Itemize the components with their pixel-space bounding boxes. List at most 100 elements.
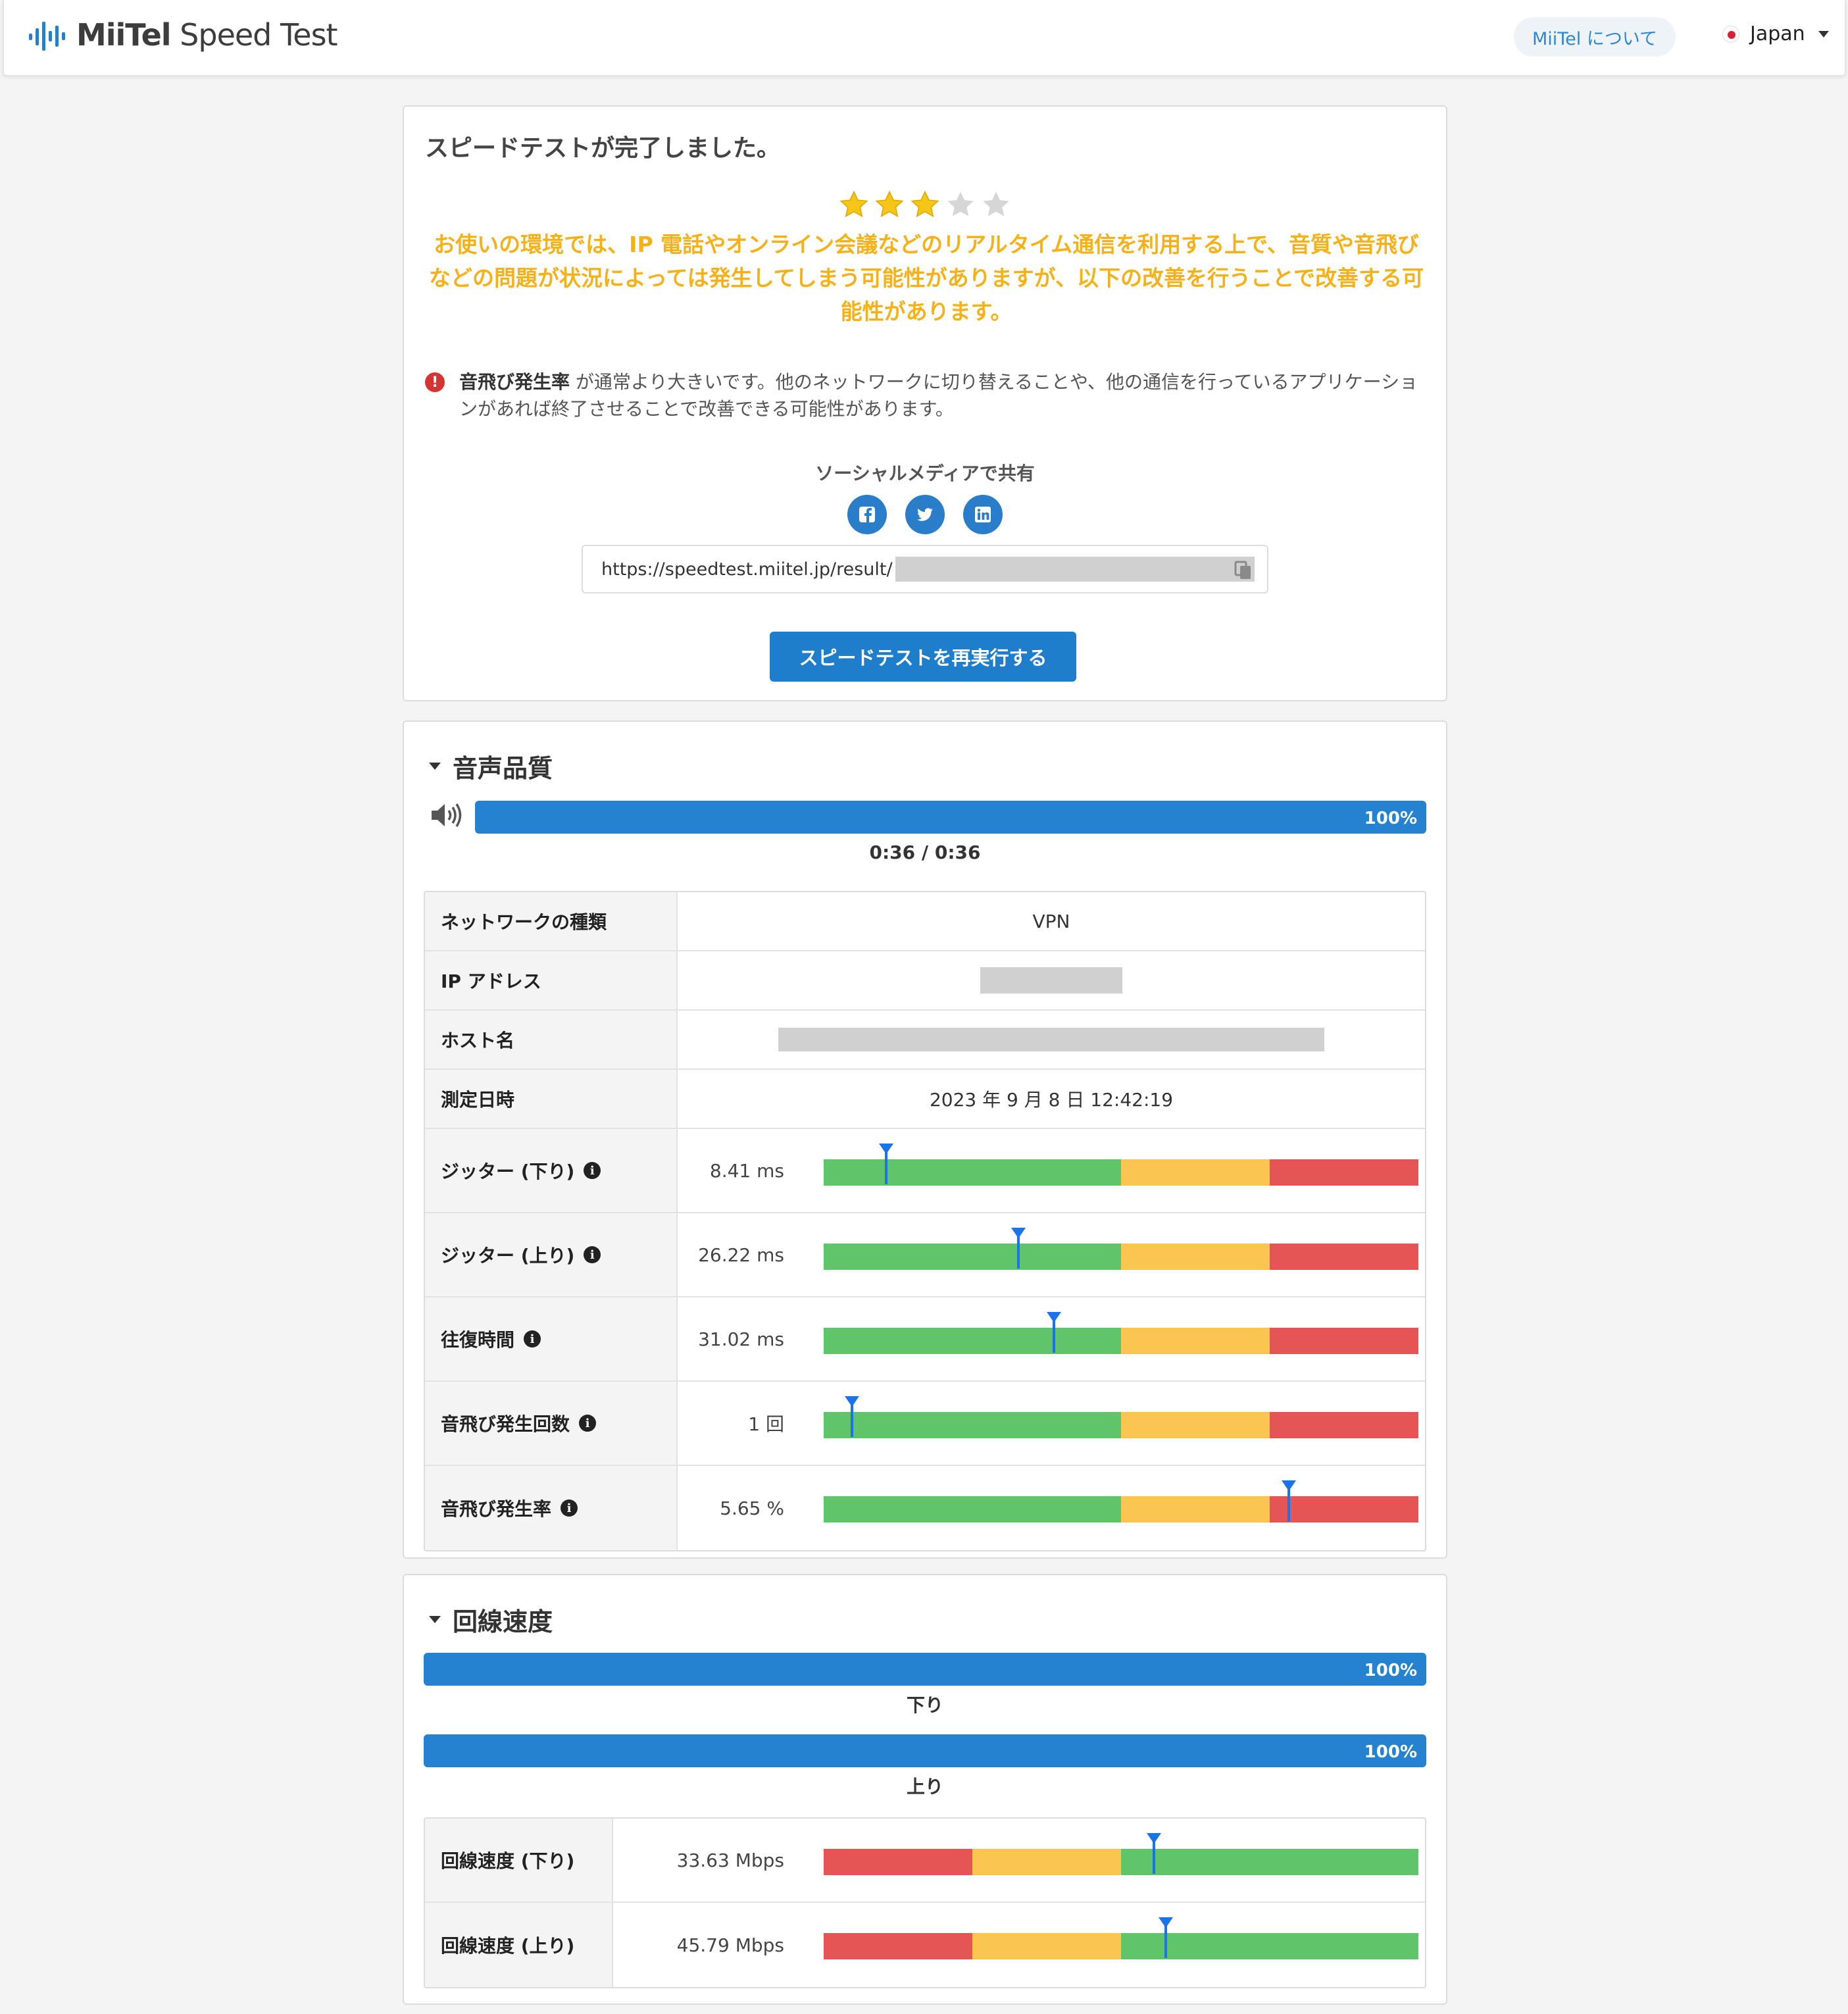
gauge-segment [1121, 1244, 1270, 1270]
waveform-logo-icon [29, 22, 65, 51]
metric-row: 音飛び発生回数 i 1 回 [425, 1382, 1425, 1466]
metric-label-text: 音飛び発生率 [441, 1498, 552, 1520]
voice-quality-title: 音声品質 [453, 754, 553, 783]
metric-value: 33.63 Mbps [676, 1849, 784, 1871]
gauge-segment [824, 1159, 1121, 1186]
ip-redaction [980, 967, 1122, 994]
gauge-segment [1270, 1412, 1418, 1438]
star-filled-icon [911, 190, 939, 218]
gauge-segment [824, 1933, 972, 1959]
table-row: ホスト名 [425, 1011, 1425, 1070]
metric-row: ジッター (上り) i 26.22 ms [425, 1213, 1425, 1297]
result-card: スピードテストが完了しました。 お使いの環境では、IP 電話やオンライン会議など… [403, 105, 1447, 701]
metric-label: 回線速度 (上り) [425, 1903, 613, 1987]
metric-value: 31.02 ms [698, 1328, 784, 1350]
info-icon[interactable]: i [579, 1415, 597, 1432]
metric-label-text: 往復時間 [441, 1329, 515, 1351]
download-progress-label: 100% [1364, 1661, 1417, 1680]
voice-quality-header[interactable]: 音声品質 [429, 748, 553, 784]
url-redaction [895, 557, 1255, 582]
audio-time-label: 0:36 / 0:36 [869, 842, 981, 863]
gauge-segment [824, 1849, 972, 1875]
top-bar: MiiTel Speed Test MiiTel について Japan [3, 0, 1846, 76]
table-row: IP アドレス [425, 951, 1425, 1011]
gauge-segment [824, 1412, 1121, 1438]
hostname-redaction [778, 1028, 1324, 1051]
metric-value-cell: 1 回 [678, 1382, 1425, 1465]
metric-value: 45.79 Mbps [676, 1934, 784, 1956]
metric-value-cell: 45.79 Mbps [613, 1903, 1425, 1987]
metric-gauge [824, 1933, 1418, 1959]
rating-message: お使いの環境では、IP 電話やオンライン会議などのリアルタイム通信を利用する上で… [428, 232, 1424, 324]
metric-gauge [824, 1849, 1418, 1875]
facebook-icon[interactable] [847, 495, 887, 534]
info-icon[interactable]: i [524, 1330, 541, 1347]
gauge-segment [972, 1849, 1121, 1875]
copy-icon[interactable] [1234, 561, 1253, 580]
linkedin-icon[interactable] [963, 495, 1003, 534]
table-row: ネットワークの種類 VPN [425, 892, 1425, 951]
star-filled-icon [839, 190, 868, 218]
metric-value-cell: 26.22 ms [678, 1213, 1425, 1296]
metric-gauge [824, 1244, 1418, 1270]
download-progress-bar: 100% [424, 1653, 1426, 1686]
result-url-field[interactable]: https://speedtest.miitel.jp/result/ [582, 545, 1268, 593]
logo-product: Speed Test [180, 17, 337, 53]
star-empty-icon [947, 191, 974, 216]
metric-row: 往復時間 i 31.02 ms [425, 1297, 1425, 1382]
japan-flag-icon [1722, 25, 1739, 43]
metric-label: ジッター (下り) i [425, 1129, 678, 1212]
ip-address-value [678, 951, 1425, 1009]
metric-row: ジッター (下り) i 8.41 ms [425, 1129, 1425, 1213]
metric-gauge [824, 1159, 1418, 1186]
table-row: 測定日時 2023 年 9 月 8 日 12:42:19 [425, 1070, 1425, 1129]
voice-quality-card: 音声品質 100% 0:36 / 0:36 ネットワークの種類 VPN IP ア… [403, 720, 1447, 1559]
about-miitel-button[interactable]: MiiTel について [1514, 17, 1676, 57]
line-speed-header[interactable]: 回線速度 [429, 1601, 553, 1638]
metric-label: 往復時間 i [425, 1297, 678, 1380]
gauge-segment [1121, 1849, 1418, 1875]
metric-value-cell: 31.02 ms [678, 1297, 1425, 1380]
audio-progress-label: 100% [1364, 809, 1417, 828]
row-label: IP アドレス [425, 951, 678, 1009]
metric-label: 回線速度 (下り) [425, 1819, 613, 1901]
speaker-icon[interactable] [430, 802, 466, 828]
rerun-speed-test-button[interactable]: スピードテストを再実行する [770, 632, 1076, 682]
upload-progress-label: 100% [1364, 1742, 1417, 1762]
metric-gauge [824, 1328, 1418, 1354]
star-filled-icon [875, 190, 904, 218]
audio-progress-bar: 100% [475, 801, 1426, 834]
language-selector[interactable]: Japan [1722, 22, 1829, 45]
metric-label: 音飛び発生率 i [425, 1466, 678, 1550]
metric-row: 音飛び発生率 i 5.65 % [425, 1466, 1425, 1550]
voice-quality-table: ネットワークの種類 VPN IP アドレス ホスト名 測定日時 2023 年 9… [424, 891, 1426, 1551]
line-speed-table: 回線速度 (下り) 33.63 Mbps 回線速度 (上り) 45.79 Mbps [424, 1817, 1426, 1988]
gauge-segment [1270, 1328, 1418, 1354]
star-rating [404, 189, 1446, 220]
gauge-segment [1121, 1159, 1270, 1186]
metric-value: 26.22 ms [698, 1244, 784, 1266]
twitter-icon[interactable] [905, 495, 945, 534]
share-label: ソーシャルメディアで共有 [815, 463, 1035, 484]
measured-at-value: 2023 年 9 月 8 日 12:42:19 [929, 1089, 1174, 1111]
metric-label-text: 回線速度 (上り) [441, 1935, 575, 1957]
metric-label-text: 音飛び発生回数 [441, 1413, 570, 1435]
alert-icon: ! [425, 372, 445, 392]
metric-value: 5.65 % [720, 1497, 784, 1519]
gauge-segment [1121, 1328, 1270, 1354]
metric-label: 音飛び発生回数 i [425, 1382, 678, 1465]
metric-label: ジッター (上り) i [425, 1213, 678, 1296]
logo-brand: MiiTel [76, 17, 172, 53]
metric-value: 1 回 [748, 1413, 784, 1435]
row-label: ネットワークの種類 [425, 892, 678, 950]
hostname-value [678, 1011, 1425, 1069]
logo[interactable]: MiiTel Speed Test [28, 17, 338, 53]
info-icon[interactable]: i [584, 1246, 601, 1263]
gauge-segment [1121, 1496, 1270, 1523]
metric-label-text: ジッター (下り) [441, 1161, 575, 1182]
info-icon[interactable]: i [584, 1162, 601, 1179]
info-icon[interactable]: i [561, 1499, 578, 1517]
metric-value-cell: 33.63 Mbps [613, 1819, 1425, 1901]
gauge-segment [824, 1496, 1121, 1523]
gauge-segment [1121, 1412, 1270, 1438]
